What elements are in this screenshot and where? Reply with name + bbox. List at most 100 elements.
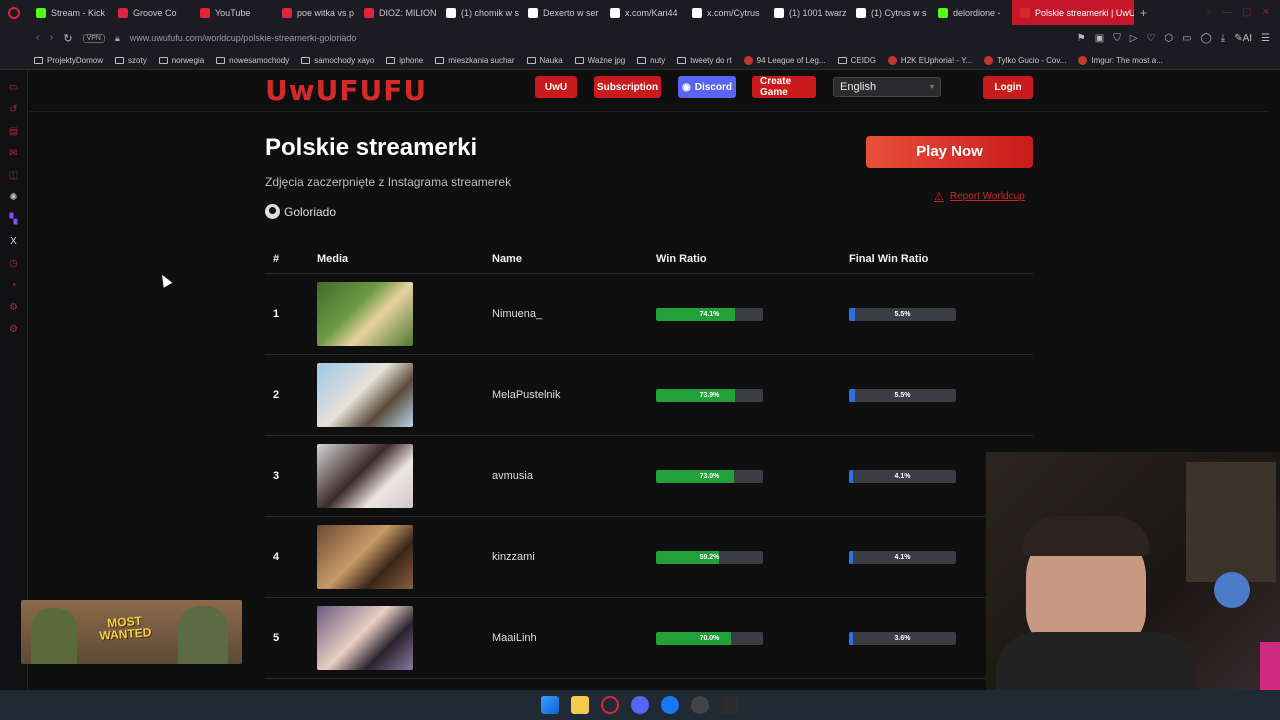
bookmark-item[interactable]: nuty: [637, 56, 665, 65]
bookmark-item[interactable]: samochody xayo: [301, 56, 374, 65]
profile-icon[interactable]: ◯: [1201, 33, 1212, 44]
contestant-photo[interactable]: [317, 444, 413, 508]
windows-start-icon[interactable]: [541, 696, 559, 714]
tab-label: YouTube: [215, 7, 251, 18]
download-icon[interactable]: ⤓: [1221, 33, 1225, 44]
browser-tab[interactable]: (1) chomik w s: [438, 0, 520, 25]
report-worldcup-link[interactable]: ⚠ Report Worldcup: [934, 190, 1025, 203]
table-row[interactable]: 5 MaaiLinh 70.0% 3.6%: [265, 598, 1033, 679]
sidebar-tools-icon[interactable]: ⚙: [8, 302, 20, 314]
opera-icon[interactable]: [0, 0, 28, 25]
terminal-icon[interactable]: [721, 696, 739, 714]
maximize-icon[interactable]: ▢: [1242, 7, 1251, 18]
media-cell: [317, 525, 492, 589]
bookmark-item[interactable]: Tylko Gucio - Cov...: [984, 55, 1066, 65]
ai-icon[interactable]: ✎AI: [1234, 33, 1252, 44]
play-now-button[interactable]: Play Now: [866, 136, 1033, 168]
subscription-button[interactable]: Subscription: [594, 76, 661, 98]
bookmark-item[interactable]: mieszkania suchar: [435, 56, 515, 65]
bookmark-item[interactable]: H2K EUphoria! - Y...: [887, 55, 972, 65]
vpn-badge[interactable]: VPN: [82, 33, 105, 43]
sidebar-timer-icon[interactable]: ◔: [8, 280, 20, 292]
contestant-photo[interactable]: [317, 525, 413, 589]
table-row[interactable]: 3 avmusia 73.0% 4.1%: [265, 436, 1033, 517]
login-button[interactable]: Login: [983, 76, 1033, 99]
table-row[interactable]: 1 Nimuena_ 74.1% 5.5%: [265, 274, 1033, 355]
extensions-icon[interactable]: ⬡: [1164, 33, 1173, 44]
forward-icon[interactable]: ›: [50, 32, 54, 44]
bookmark-item[interactable]: tweety do rt: [677, 56, 732, 65]
browser-tab[interactable]: Polskie streamerki | UwU: [1012, 0, 1134, 25]
back-icon[interactable]: ‹: [36, 32, 40, 44]
sidebar-wallet-icon[interactable]: ▤: [8, 126, 20, 138]
contestant-photo[interactable]: [317, 282, 413, 346]
snapshot-icon[interactable]: ▣: [1095, 33, 1104, 44]
play-icon[interactable]: ▷: [1130, 33, 1138, 44]
wallet-icon[interactable]: ▭: [1182, 33, 1191, 44]
messenger-icon[interactable]: [661, 696, 679, 714]
shield-icon[interactable]: ⛉: [1113, 33, 1121, 44]
uwufufu-logo[interactable]: UwUFUFU: [265, 74, 427, 107]
bookmark-item[interactable]: iphone: [386, 56, 423, 65]
sidebar-news-icon[interactable]: ▭: [8, 82, 20, 94]
win-ratio-label: 74.1%: [699, 310, 720, 318]
folder-icon: [34, 56, 43, 64]
sidebar-x-icon[interactable]: X: [8, 236, 20, 248]
file-explorer-icon[interactable]: [571, 696, 589, 714]
new-tab-icon[interactable]: +: [1134, 6, 1153, 20]
close-icon[interactable]: ✕: [1262, 7, 1270, 18]
bookmark-item[interactable]: CEIDG: [837, 56, 876, 65]
browser-tab[interactable]: YouTube: [192, 0, 274, 25]
bookmark-item[interactable]: Ważne jpg: [574, 56, 625, 65]
sidebar-games-icon[interactable]: ◫: [8, 170, 20, 182]
create-game-button[interactable]: Create Game: [752, 76, 816, 98]
bookmark-item[interactable]: 94 League of Leg...: [743, 55, 826, 65]
bookmark-item[interactable]: ProjektyDomow: [34, 56, 103, 65]
search-tabs-icon[interactable]: ⌕: [1207, 7, 1213, 18]
sidebar-twitch-icon[interactable]: ▚: [8, 214, 20, 226]
sidebar-clock-icon[interactable]: ◷: [8, 258, 20, 270]
author[interactable]: Goloriado: [265, 204, 336, 219]
minimize-icon[interactable]: —: [1222, 7, 1232, 18]
chrome-icon[interactable]: [691, 696, 709, 714]
bookmark-icon[interactable]: ⚑: [1077, 33, 1086, 44]
bookmark-item[interactable]: norwegia: [158, 56, 204, 65]
final-win-ratio-bar: 3.6%: [849, 631, 956, 645]
browser-tab[interactable]: Dexerto w ser: [520, 0, 602, 25]
contestant-photo[interactable]: [317, 606, 413, 670]
browser-tab[interactable]: x.com/Cytrus: [684, 0, 766, 25]
browser-tab[interactable]: Groove Co: [110, 0, 192, 25]
webcam-overlay: [986, 452, 1280, 690]
heart-icon[interactable]: ♡: [1146, 33, 1155, 44]
table-row[interactable]: 4 kinzzami 59.2% 4.1%: [265, 517, 1033, 598]
contestant-photo[interactable]: [317, 363, 413, 427]
discord-button[interactable]: ◉ Discord: [678, 76, 736, 98]
sidebar-chatgpt-icon[interactable]: ✺: [8, 192, 20, 204]
sidebar-history-icon[interactable]: ↺: [8, 104, 20, 116]
reload-icon[interactable]: ↻: [63, 32, 72, 45]
menu-icon[interactable]: ☰: [1261, 33, 1270, 44]
bookmark-item[interactable]: nowesamochody: [216, 56, 289, 65]
browser-tab[interactable]: poe witka vs p: [274, 0, 356, 25]
table-row[interactable]: 2 MelaPustelnik 73.9% 5.5%: [265, 355, 1033, 436]
figurine: [1214, 572, 1250, 608]
site-favicon-icon: [887, 55, 897, 65]
browser-tab[interactable]: (1) Cytrus w s: [848, 0, 930, 25]
browser-tab[interactable]: DIOZ: MILION: [356, 0, 438, 25]
browser-tab[interactable]: (1) 1001 twarz: [766, 0, 848, 25]
url-field[interactable]: www.uwufufu.com/worldcup/polskie-streame…: [130, 33, 357, 43]
discord-icon: ◉: [682, 81, 691, 93]
win-ratio-label: 73.0%: [699, 472, 720, 480]
language-select[interactable]: English ▾: [833, 77, 941, 97]
bookmark-item[interactable]: Nauka: [526, 56, 563, 65]
discord-taskbar-icon[interactable]: [631, 696, 649, 714]
browser-tab[interactable]: Stream - Kick: [28, 0, 110, 25]
browser-tab[interactable]: delordione -: [930, 0, 1012, 25]
browser-tab[interactable]: x.com/Kari44: [602, 0, 684, 25]
bookmark-item[interactable]: Imgur: The most a...: [1078, 55, 1163, 65]
sidebar-messenger-icon[interactable]: ✉: [8, 148, 20, 160]
uwu-button[interactable]: UwU: [535, 76, 577, 98]
opera-gx-icon[interactable]: [601, 696, 619, 714]
sidebar-settings-icon[interactable]: ⚙: [8, 324, 20, 336]
bookmark-item[interactable]: szoty: [115, 56, 147, 65]
